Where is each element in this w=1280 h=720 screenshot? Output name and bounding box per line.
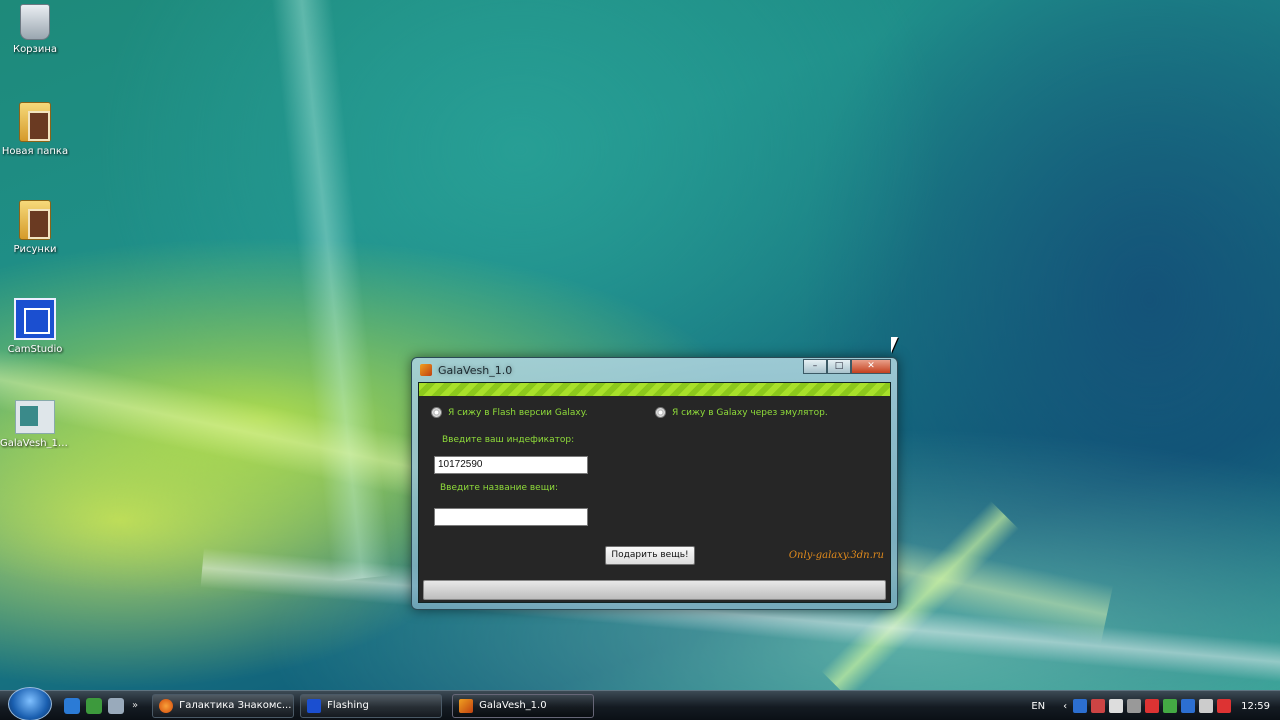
tray-app-icon[interactable] xyxy=(1109,699,1124,713)
folder-icon xyxy=(19,102,51,142)
radio-button-icon[interactable] xyxy=(431,407,442,418)
network-icon[interactable] xyxy=(1073,699,1088,713)
taskbar-item-firefox[interactable]: Галактика Знакомс... xyxy=(152,693,295,718)
start-button[interactable] xyxy=(8,686,52,720)
camstudio-icon xyxy=(14,298,56,340)
taskbar-item-galavesh[interactable]: GalaVesh_1.0 xyxy=(452,693,595,718)
tray-app-icon[interactable] xyxy=(1217,699,1232,713)
window-titlebar[interactable]: GalaVesh_1.0 – □ ✕ xyxy=(412,358,897,382)
id-label: Введите ваш индефикатор: xyxy=(442,435,575,445)
radio-button-icon[interactable] xyxy=(655,407,666,418)
desktop-icon-label: CamStudio xyxy=(7,344,63,355)
antivirus-icon[interactable] xyxy=(1091,699,1106,713)
recycle-bin-icon xyxy=(20,4,50,40)
quick-launch xyxy=(64,697,124,714)
desktop-icon-label: GalaVesh_1.... xyxy=(0,438,70,449)
app-icon xyxy=(459,698,474,713)
radio-flash-label: Я сижу в Flash версии Galaxy. xyxy=(448,407,588,418)
switch-windows-icon[interactable] xyxy=(108,697,124,714)
window-client-area: Я сижу в Flash версии Galaxy. Я сижу в G… xyxy=(418,382,891,603)
site-link: Only-galaxy.3dn.ru xyxy=(788,550,884,561)
item-input[interactable] xyxy=(434,508,588,526)
radio-flash[interactable]: Я сижу в Flash версии Galaxy. xyxy=(431,407,588,418)
tray-app-icon[interactable] xyxy=(1181,699,1196,713)
galavesh-window: GalaVesh_1.0 – □ ✕ Я сижу в Flash версии… xyxy=(411,357,898,610)
desktop-icon-galavesh[interactable]: GalaVesh_1.... xyxy=(0,400,70,449)
taskbar-item-label: Галактика Знакомс... xyxy=(179,700,292,711)
gift-button[interactable]: Подарить вещь! xyxy=(605,546,695,565)
internet-explorer-icon[interactable] xyxy=(86,697,102,714)
desktop-icon-pictures[interactable]: Рисунки xyxy=(0,200,70,255)
id-input[interactable]: 10172590 xyxy=(434,456,588,474)
radio-emulator-label: Я сижу в Galaxy через эмулятор. xyxy=(672,407,828,418)
radio-emulator[interactable]: Я сижу в Galaxy через эмулятор. xyxy=(655,407,828,418)
progress-bar xyxy=(423,580,886,600)
taskbar-item-flashing[interactable]: Flashing xyxy=(300,693,443,718)
header-stripe xyxy=(419,383,890,396)
minimize-button[interactable]: – xyxy=(803,359,827,374)
chevron-right-icon[interactable]: » xyxy=(132,700,138,711)
clock[interactable]: 12:59 xyxy=(1241,701,1270,712)
desktop-icon-new-folder[interactable]: Новая папка xyxy=(0,102,70,157)
tray-app-icon[interactable] xyxy=(1163,699,1178,713)
folder-icon xyxy=(19,200,51,240)
taskbar: » Галактика Знакомс... Flashing GalaVesh… xyxy=(0,686,1280,720)
app-icon xyxy=(15,400,55,434)
maximize-button[interactable]: □ xyxy=(827,359,851,374)
taskbar-item-label: GalaVesh_1.0 xyxy=(479,700,547,711)
tray-app-icon[interactable] xyxy=(1127,699,1142,713)
tray-app-icon[interactable] xyxy=(1145,699,1160,713)
system-tray: EN ‹ 12:59 xyxy=(1031,691,1280,720)
mouse-cursor-icon xyxy=(891,337,898,353)
language-indicator[interactable]: EN xyxy=(1031,701,1045,712)
window-title: GalaVesh_1.0 xyxy=(438,363,513,377)
app-icon xyxy=(420,364,432,376)
desktop-icon-label: Рисунки xyxy=(13,244,57,255)
desktop-icon-camstudio[interactable]: CamStudio xyxy=(0,298,70,355)
chevron-left-icon[interactable]: ‹ xyxy=(1063,701,1067,712)
item-label: Введите название вещи: xyxy=(440,483,559,493)
taskbar-item-label: Flashing xyxy=(327,700,369,711)
desktop-icon-label: Корзина xyxy=(12,44,58,55)
desktop-icon-label: Новая папка xyxy=(1,146,69,157)
firefox-icon xyxy=(159,698,174,713)
close-button[interactable]: ✕ xyxy=(851,359,891,374)
show-desktop-icon[interactable] xyxy=(64,697,80,714)
camstudio-icon xyxy=(307,698,322,713)
volume-icon[interactable] xyxy=(1199,699,1214,713)
desktop-icon-recycle-bin[interactable]: Корзина xyxy=(0,4,70,55)
